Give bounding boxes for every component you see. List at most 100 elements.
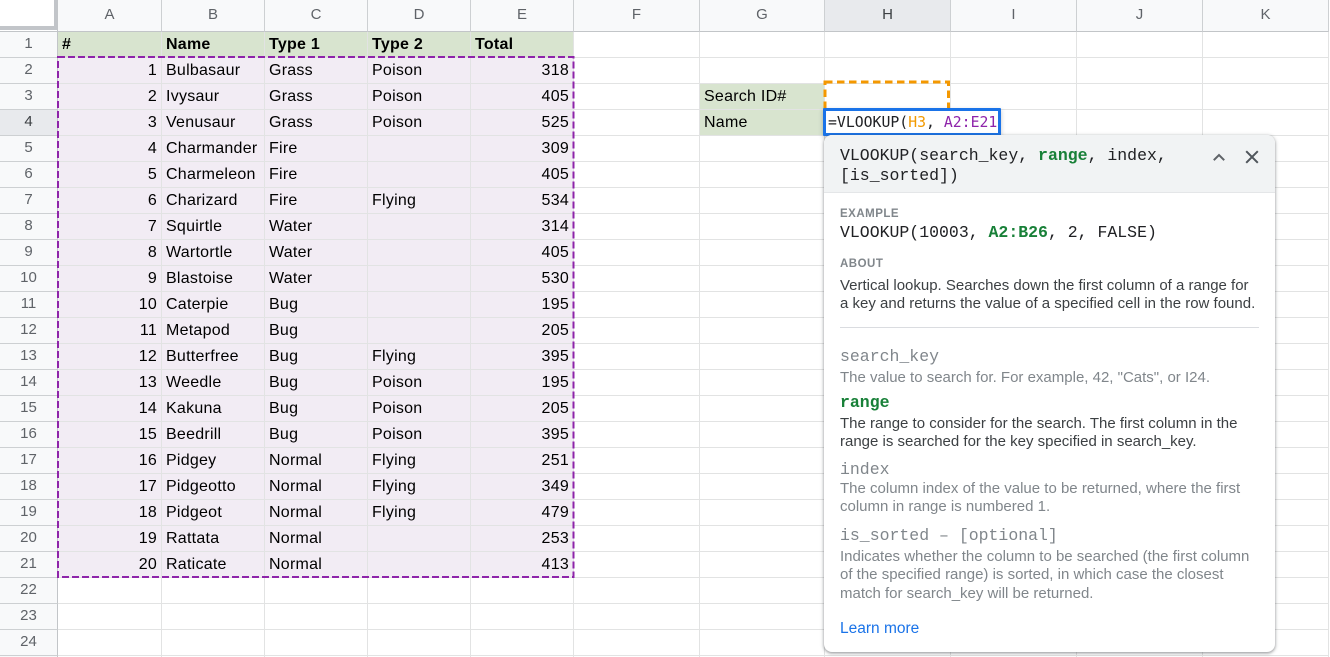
cell-I1[interactable]	[951, 32, 1077, 58]
cell-G23[interactable]	[700, 604, 825, 630]
cell-B11[interactable]: Caterpie	[162, 292, 265, 318]
cell-F14[interactable]	[574, 370, 700, 396]
cell-A1[interactable]: #	[58, 32, 162, 58]
cell-G18[interactable]	[700, 474, 825, 500]
cell-I2[interactable]	[951, 58, 1077, 84]
cell-E11[interactable]: 195	[471, 292, 574, 318]
cell-G21[interactable]	[700, 552, 825, 578]
row-header-11[interactable]: 11	[0, 292, 58, 318]
cell-G4[interactable]: Name	[700, 110, 825, 136]
cell-A16[interactable]: 15	[58, 422, 162, 448]
cell-C17[interactable]: Normal	[265, 448, 368, 474]
column-header-J[interactable]: J	[1077, 0, 1203, 32]
column-header-B[interactable]: B	[162, 0, 265, 32]
cell-D8[interactable]	[368, 214, 471, 240]
cell-F10[interactable]	[574, 266, 700, 292]
row-header-16[interactable]: 16	[0, 422, 58, 448]
cell-A6[interactable]: 5	[58, 162, 162, 188]
cell-D7[interactable]: Flying	[368, 188, 471, 214]
cell-B22[interactable]	[162, 578, 265, 604]
cell-A19[interactable]: 18	[58, 500, 162, 526]
cell-G6[interactable]	[700, 162, 825, 188]
cell-C7[interactable]: Fire	[265, 188, 368, 214]
cell-F18[interactable]	[574, 474, 700, 500]
row-header-22[interactable]: 22	[0, 578, 58, 604]
cell-D6[interactable]	[368, 162, 471, 188]
row-header-19[interactable]: 19	[0, 500, 58, 526]
cell-A24[interactable]	[58, 630, 162, 656]
row-header-23[interactable]: 23	[0, 604, 58, 630]
cell-K2[interactable]	[1203, 58, 1329, 84]
cell-D4[interactable]: Poison	[368, 110, 471, 136]
cell-B9[interactable]: Wartortle	[162, 240, 265, 266]
cell-F24[interactable]	[574, 630, 700, 656]
cell-B20[interactable]: Rattata	[162, 526, 265, 552]
cell-K1[interactable]	[1203, 32, 1329, 58]
cell-B19[interactable]: Pidgeot	[162, 500, 265, 526]
cell-F6[interactable]	[574, 162, 700, 188]
cell-F15[interactable]	[574, 396, 700, 422]
cell-F9[interactable]	[574, 240, 700, 266]
cell-F7[interactable]	[574, 188, 700, 214]
cell-B3[interactable]: Ivysaur	[162, 84, 265, 110]
cell-A9[interactable]: 8	[58, 240, 162, 266]
cell-H2[interactable]	[825, 58, 951, 84]
cell-C22[interactable]	[265, 578, 368, 604]
cell-E19[interactable]: 479	[471, 500, 574, 526]
cell-F1[interactable]	[574, 32, 700, 58]
column-header-G[interactable]: G	[700, 0, 825, 32]
cell-F12[interactable]	[574, 318, 700, 344]
cell-J3[interactable]	[1077, 84, 1203, 110]
close-icon[interactable]	[1245, 150, 1259, 164]
row-header-20[interactable]: 20	[0, 526, 58, 552]
cell-C23[interactable]	[265, 604, 368, 630]
cell-E16[interactable]: 395	[471, 422, 574, 448]
cell-E5[interactable]: 309	[471, 136, 574, 162]
cell-B4[interactable]: Venusaur	[162, 110, 265, 136]
cell-B1[interactable]: Name	[162, 32, 265, 58]
cell-F20[interactable]	[574, 526, 700, 552]
cell-B2[interactable]: Bulbasaur	[162, 58, 265, 84]
cell-G13[interactable]	[700, 344, 825, 370]
cell-A11[interactable]: 10	[58, 292, 162, 318]
cell-C24[interactable]	[265, 630, 368, 656]
cell-E23[interactable]	[471, 604, 574, 630]
cell-F17[interactable]	[574, 448, 700, 474]
cell-C14[interactable]: Bug	[265, 370, 368, 396]
cell-A15[interactable]: 14	[58, 396, 162, 422]
cell-C9[interactable]: Water	[265, 240, 368, 266]
cell-B16[interactable]: Beedrill	[162, 422, 265, 448]
cell-C20[interactable]: Normal	[265, 526, 368, 552]
cell-B21[interactable]: Raticate	[162, 552, 265, 578]
cell-B14[interactable]: Weedle	[162, 370, 265, 396]
cell-C21[interactable]: Normal	[265, 552, 368, 578]
cell-D13[interactable]: Flying	[368, 344, 471, 370]
cell-C5[interactable]: Fire	[265, 136, 368, 162]
cell-F2[interactable]	[574, 58, 700, 84]
cell-D15[interactable]: Poison	[368, 396, 471, 422]
row-header-9[interactable]: 9	[0, 240, 58, 266]
cell-J2[interactable]	[1077, 58, 1203, 84]
cell-D21[interactable]	[368, 552, 471, 578]
row-header-7[interactable]: 7	[0, 188, 58, 214]
cell-D14[interactable]: Poison	[368, 370, 471, 396]
cell-B5[interactable]: Charmander	[162, 136, 265, 162]
collapse-icon[interactable]	[1213, 153, 1225, 161]
cell-D12[interactable]	[368, 318, 471, 344]
cell-C11[interactable]: Bug	[265, 292, 368, 318]
row-header-15[interactable]: 15	[0, 396, 58, 422]
cell-A2[interactable]: 1	[58, 58, 162, 84]
cell-C2[interactable]: Grass	[265, 58, 368, 84]
cell-F11[interactable]	[574, 292, 700, 318]
cell-G19[interactable]	[700, 500, 825, 526]
cell-B23[interactable]	[162, 604, 265, 630]
cell-E15[interactable]: 205	[471, 396, 574, 422]
cell-G11[interactable]	[700, 292, 825, 318]
cell-A20[interactable]: 19	[58, 526, 162, 552]
cell-G14[interactable]	[700, 370, 825, 396]
cell-E18[interactable]: 349	[471, 474, 574, 500]
cell-C4[interactable]: Grass	[265, 110, 368, 136]
cell-B7[interactable]: Charizard	[162, 188, 265, 214]
cell-G15[interactable]	[700, 396, 825, 422]
cell-G12[interactable]	[700, 318, 825, 344]
